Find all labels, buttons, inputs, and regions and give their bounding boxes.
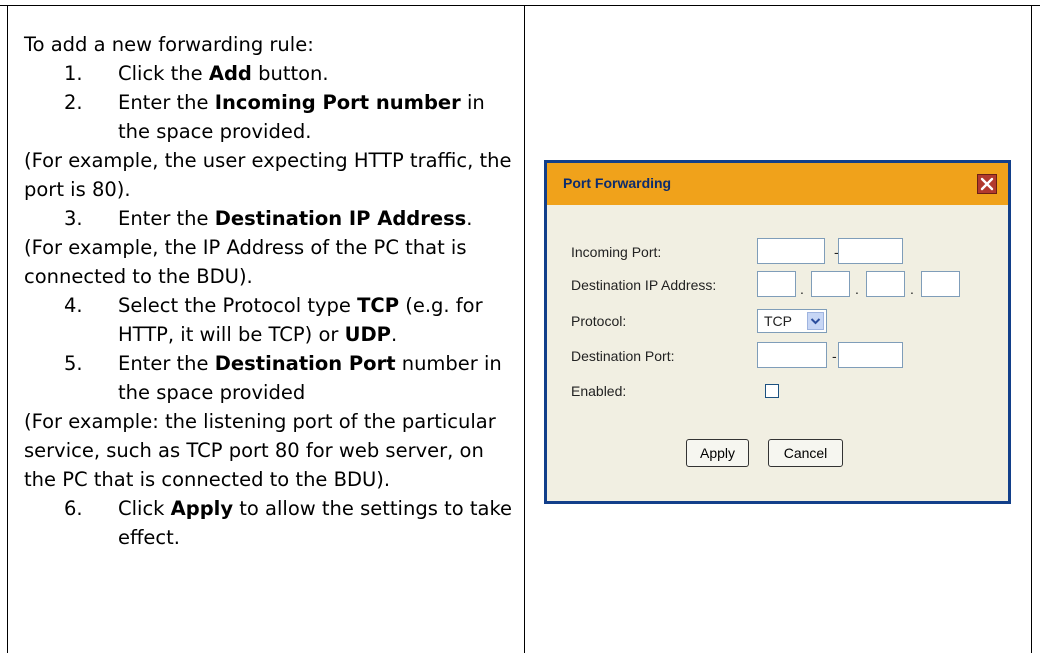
step-text: Enter the Incoming Port number in the sp… xyxy=(118,88,519,146)
ip-octet-2-input[interactable] xyxy=(811,271,850,297)
incoming-port-row: Incoming Port: - xyxy=(571,238,991,268)
enabled-checkbox[interactable] xyxy=(765,384,779,398)
step-1: 1. Click the Add button. xyxy=(24,59,519,88)
destination-ip-label: Destination IP Address: xyxy=(571,277,717,293)
step-5: 5. Enter the Destination Port number in … xyxy=(24,349,519,407)
step-number: 2. xyxy=(64,91,83,114)
destination-port-row: Destination Port: - xyxy=(571,342,991,372)
note-http-example: (For example, the user expecting HTTP tr… xyxy=(24,149,512,201)
step-2: 2. Enter the Incoming Port number in the… xyxy=(24,88,519,146)
chevron-down-icon[interactable] xyxy=(807,312,824,330)
step-text-bold: Destination IP Address xyxy=(214,207,467,230)
step-text-bold: Incoming Port number xyxy=(214,91,461,114)
step-number: 1. xyxy=(64,62,83,85)
table-right-border xyxy=(1031,5,1032,653)
step-text-pre: Click xyxy=(118,497,171,520)
step-6: 6. Click Apply to allow the settings to … xyxy=(24,494,519,552)
step-text: Click Apply to allow the settings to tak… xyxy=(118,494,519,552)
enabled-label: Enabled: xyxy=(571,383,627,399)
note-ip-example: (For example, the IP Address of the PC t… xyxy=(24,236,467,288)
enabled-row: Enabled: xyxy=(571,377,991,407)
step-text-pre: Select the Protocol type xyxy=(118,294,358,317)
cancel-button[interactable]: Cancel xyxy=(768,439,843,467)
ip-octet-1-input[interactable] xyxy=(757,271,796,297)
incoming-port-label: Incoming Port: xyxy=(571,244,662,260)
dialog-titlebar: Port Forwarding xyxy=(547,163,1008,205)
incoming-port-start-input[interactable] xyxy=(757,238,825,264)
ip-dot: . xyxy=(855,281,859,297)
step-text-bold: Add xyxy=(208,62,252,85)
step-3: 3. Enter the Destination IP Address. xyxy=(24,204,519,233)
close-icon[interactable] xyxy=(977,174,997,194)
protocol-row: Protocol: TCP xyxy=(571,307,991,337)
ip-dot: . xyxy=(910,281,914,297)
dialog-title: Port Forwarding xyxy=(563,175,672,191)
intro-line: To add a new forwarding rule: xyxy=(24,33,314,56)
step-number: 5. xyxy=(64,352,83,375)
protocol-label: Protocol: xyxy=(571,313,627,329)
step-text-bold: TCP xyxy=(357,294,400,317)
step-number: 3. xyxy=(64,207,83,230)
table-middle-border xyxy=(524,5,525,653)
instructions-text: To add a new forwarding rule: 1. Click t… xyxy=(24,30,519,552)
step-text: Click the Add button. xyxy=(118,59,519,88)
range-dash: - xyxy=(832,348,837,364)
destination-port-end-input[interactable] xyxy=(838,342,903,368)
step-text-post: button. xyxy=(251,62,329,85)
step-text: Enter the Destination IP Address. xyxy=(118,204,519,233)
step-number: 6. xyxy=(64,497,83,520)
step-text-pre: Enter the xyxy=(118,91,215,114)
step-text-pre: Enter the xyxy=(118,352,215,375)
ip-dot: . xyxy=(800,281,804,297)
step-text-pre: Click the xyxy=(118,62,209,85)
step-number: 4. xyxy=(64,294,83,317)
ip-octet-4-input[interactable] xyxy=(921,271,960,297)
step-text-post: . xyxy=(390,323,398,346)
step-text-bold: Apply xyxy=(170,497,234,520)
destination-port-label: Destination Port: xyxy=(571,348,675,364)
table-top-border xyxy=(0,5,1040,6)
note-port-example: (For example: the listening port of the … xyxy=(24,410,496,491)
destination-ip-row: Destination IP Address: . . . xyxy=(571,271,991,301)
step-text-pre: Enter the xyxy=(118,207,215,230)
step-text-bold: Destination Port xyxy=(214,352,396,375)
incoming-port-end-input[interactable] xyxy=(838,238,903,264)
port-forwarding-dialog: Port Forwarding Incoming Port: - Destina… xyxy=(544,160,1011,504)
step-4: 4. Select the Protocol type TCP (e.g. fo… xyxy=(24,291,519,349)
step-text: Select the Protocol type TCP (e.g. for H… xyxy=(118,291,519,349)
step-text-bold: UDP xyxy=(344,323,391,346)
ip-octet-3-input[interactable] xyxy=(866,271,905,297)
step-text-post: . xyxy=(466,207,473,230)
table-left-border xyxy=(7,5,8,653)
protocol-select[interactable]: TCP xyxy=(757,309,827,333)
apply-button[interactable]: Apply xyxy=(686,439,749,467)
protocol-selected-value: TCP xyxy=(764,313,792,329)
destination-port-start-input[interactable] xyxy=(757,342,827,368)
step-text: Enter the Destination Port number in the… xyxy=(118,349,519,407)
